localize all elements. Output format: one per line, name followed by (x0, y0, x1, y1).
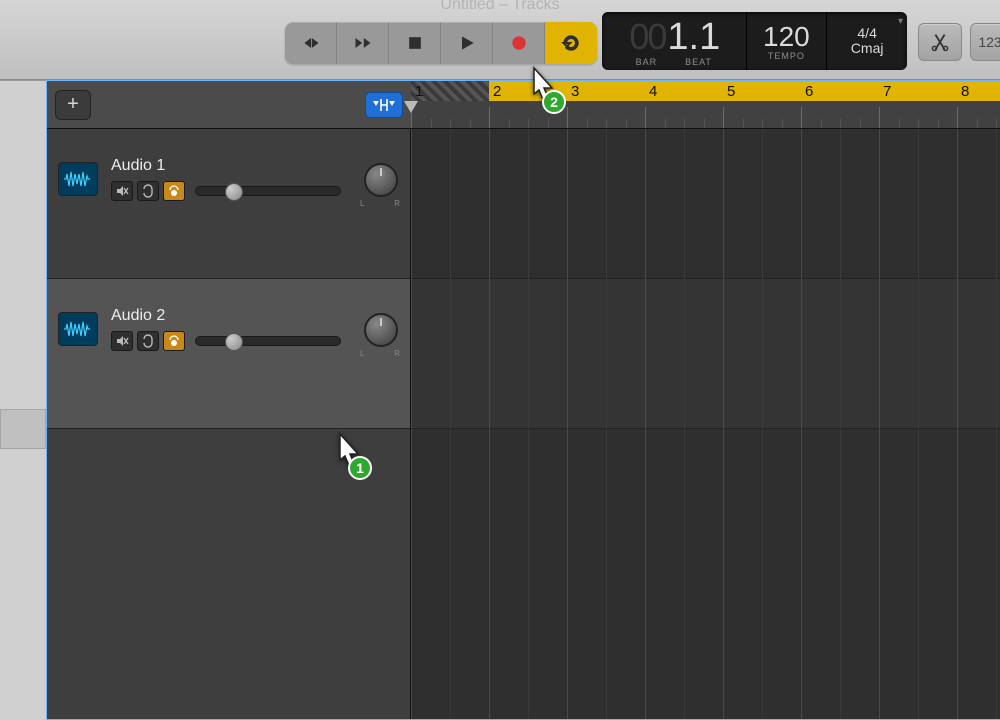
cycle-button[interactable] (545, 22, 597, 64)
solo-button[interactable] (137, 331, 159, 351)
mute-button[interactable] (111, 331, 133, 351)
waveform-icon (59, 163, 97, 195)
ruler-bar-number: 1 (415, 83, 423, 100)
arrange-area: + 1 2 3 4 5 6 7 8 Audio 1 LR (46, 80, 1000, 720)
volume-slider[interactable] (195, 336, 341, 346)
track-lane[interactable] (411, 279, 1000, 429)
play-button[interactable] (441, 22, 493, 64)
ruler-bar-number: 8 (961, 83, 969, 100)
pan-knob[interactable] (364, 313, 398, 347)
input-monitor-button[interactable] (163, 331, 185, 351)
transport-controls (285, 22, 597, 64)
ruler-bar-number: 4 (649, 83, 657, 100)
window-title: Untitled – Tracks (440, 0, 559, 14)
record-button[interactable] (493, 22, 545, 64)
ruler-bar-number: 5 (727, 83, 735, 100)
ruler-bar-number: 7 (883, 83, 891, 100)
lcd-bar-label: BAR (636, 57, 658, 67)
playhead-marker[interactable] (404, 101, 418, 113)
input-monitor-button[interactable] (163, 181, 185, 201)
volume-slider[interactable] (195, 186, 341, 196)
lcd-tempo-value: 120 (763, 21, 810, 53)
track-panel-header: + (47, 81, 411, 128)
mute-button[interactable] (111, 181, 133, 201)
track-name: Audio 1 (111, 157, 165, 175)
filter-button[interactable] (365, 92, 403, 118)
forward-button[interactable] (337, 22, 389, 64)
chevron-down-icon[interactable]: ▾ (898, 16, 903, 27)
lcd-display: 00 1 . 1 BAR BEAT 120 TEMPO 4/4 Cmaj ▾ (602, 12, 907, 70)
ruler-bar-number: 3 (571, 83, 579, 100)
lcd-tempo-label: TEMPO (768, 51, 805, 61)
lcd-position[interactable]: 00 1 . 1 BAR BEAT (602, 12, 746, 70)
waveform-icon (59, 313, 97, 345)
track-header[interactable]: Audio 2 LR (47, 279, 410, 429)
lcd-key-sig[interactable]: 4/4 Cmaj ▾ (826, 12, 907, 70)
ruler-bar-number: 6 (805, 83, 813, 100)
stop-button[interactable] (389, 22, 441, 64)
track-headers: Audio 1 LR Audio 2 LR (47, 129, 411, 719)
lcd-bar-value: 1 (667, 16, 686, 59)
ruler-row: + 1 2 3 4 5 6 7 8 (47, 81, 1000, 129)
ruler-bar-number: 2 (493, 83, 501, 100)
track-name: Audio 2 (111, 307, 165, 325)
lcd-beat-label: BEAT (685, 57, 712, 67)
track-header[interactable]: Audio 1 LR (47, 129, 410, 279)
lcd-beat-value: 1 (699, 16, 718, 59)
step-input-button[interactable]: 123 (970, 23, 1000, 61)
track-lane[interactable] (411, 129, 1000, 279)
scissors-tool-button[interactable] (918, 23, 962, 61)
left-gutter (0, 80, 46, 720)
lcd-key: Cmaj (851, 41, 884, 56)
pan-knob[interactable] (364, 163, 398, 197)
lcd-tempo[interactable]: 120 TEMPO (746, 12, 827, 70)
timeline-ruler[interactable]: 1 2 3 4 5 6 7 8 (411, 81, 1000, 128)
lcd-bar-ghost: 00 (629, 16, 665, 58)
add-track-button[interactable]: + (55, 90, 91, 120)
rewind-button[interactable] (285, 22, 337, 64)
solo-button[interactable] (137, 181, 159, 201)
top-toolbar: Untitled – Tracks 00 1 . 1 (0, 0, 1000, 80)
lcd-timesig: 4/4 (857, 26, 876, 41)
track-lanes[interactable] (411, 129, 1000, 719)
